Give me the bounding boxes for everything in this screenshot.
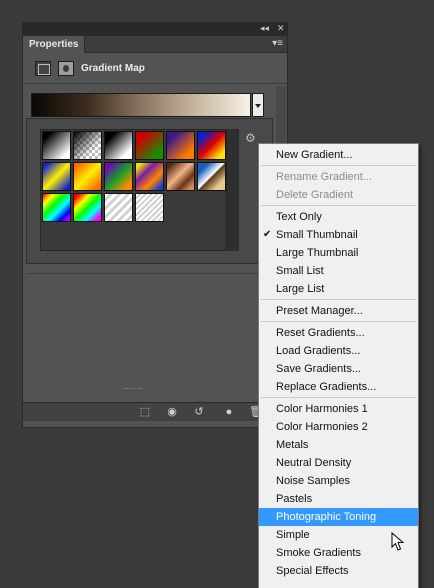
mouse-cursor-icon bbox=[391, 532, 405, 551]
menu-separator bbox=[261, 397, 416, 398]
gradient-preview-bar[interactable] bbox=[31, 93, 251, 117]
panel-menu-icon[interactable]: ▾≡ bbox=[272, 37, 283, 51]
menu-item-small-thumbnail[interactable]: Small Thumbnail ✔ bbox=[259, 226, 418, 244]
adjustment-header: Gradient Map bbox=[23, 54, 287, 84]
menu-item-rename-gradient: Rename Gradient... bbox=[276, 171, 372, 183]
menu-item-color-harmonies-2[interactable]: Color Harmonies 2 bbox=[259, 418, 418, 436]
gradient-swatch-blue-red-yellow[interactable] bbox=[197, 131, 226, 160]
menu-item-text-only[interactable]: Text Only bbox=[259, 208, 418, 226]
gear-icon[interactable]: ⚙ bbox=[245, 131, 256, 145]
menu-item-reset-gradients[interactable]: Reset Gradients... bbox=[259, 324, 418, 342]
collapse-panel-icon[interactable]: ◂◂ bbox=[260, 22, 269, 35]
picker-scrollbar[interactable] bbox=[227, 129, 239, 251]
layer-mask-icon[interactable] bbox=[58, 61, 74, 76]
menu-item-small-list[interactable]: Small List bbox=[259, 262, 418, 280]
menu-item-pastels[interactable]: Pastels bbox=[259, 490, 418, 508]
menu-item-replace-gradients[interactable]: Replace Gradients... bbox=[259, 378, 418, 396]
gradient-picker: ⚙ bbox=[26, 118, 273, 264]
menu-item-save-gradients[interactable]: Save Gradients... bbox=[259, 360, 418, 378]
panel-footer: ⬚ ◉ ↺ ● 🗑 bbox=[23, 402, 287, 421]
menu-item-load-gradients[interactable]: Load Gradients... bbox=[259, 342, 418, 360]
menu-item-large-thumbnail[interactable]: Large Thumbnail bbox=[259, 244, 418, 262]
close-panel-icon[interactable]: ✕ bbox=[277, 22, 285, 35]
menu-item-large-list[interactable]: Large List bbox=[259, 280, 418, 298]
gradient-swatch-violet-green-orange[interactable] bbox=[104, 162, 133, 191]
gradient-swatch-black-white[interactable] bbox=[104, 131, 133, 160]
menu-item-noise-samples[interactable]: Noise Samples bbox=[259, 472, 418, 490]
reset-icon[interactable]: ↺ bbox=[190, 404, 208, 420]
gradient-swatch-neutral-density[interactable] bbox=[135, 193, 164, 222]
resize-grip[interactable] bbox=[124, 388, 142, 390]
gradient-swatch-foreground-to-background[interactable] bbox=[42, 131, 71, 160]
gradient-swatch-copper[interactable] bbox=[166, 162, 195, 191]
menu-item-metals[interactable]: Metals bbox=[259, 436, 418, 454]
gradient-swatch-grid bbox=[40, 129, 227, 251]
gradient-swatch-spectrum[interactable] bbox=[42, 193, 71, 222]
gradient-picker-menu: New Gradient... Rename Gradient... Delete … bbox=[258, 143, 419, 588]
panel-tab-row: Properties ▾≡ bbox=[23, 36, 287, 53]
gradient-swatch-red-green[interactable] bbox=[135, 131, 164, 160]
gradient-swatch-yellow-violet-orange-blue[interactable] bbox=[135, 162, 164, 191]
properties-panel: Properties ▾≡ Gradient Map ⚙ ⬚ ◉ ↺ ● 🗑 bbox=[22, 35, 288, 428]
menu-item-color-harmonies-1[interactable]: Color Harmonies 1 bbox=[259, 400, 418, 418]
menu-separator bbox=[261, 299, 416, 300]
menu-separator bbox=[261, 321, 416, 322]
menu-item-preset-manager[interactable]: Preset Manager... bbox=[259, 302, 418, 320]
gradient-swatch-foreground-to-transparent[interactable] bbox=[73, 131, 102, 160]
view-previous-icon[interactable]: ◉ bbox=[163, 404, 181, 420]
gradient-swatch-orange-yellow-orange[interactable] bbox=[73, 162, 102, 191]
menu-item-new-gradient[interactable]: New Gradient... bbox=[259, 146, 418, 164]
adjustment-title: Gradient Map bbox=[81, 63, 145, 74]
menu-item-special-effects[interactable]: Special Effects bbox=[259, 562, 418, 580]
tab-properties[interactable]: Properties bbox=[23, 36, 86, 53]
gradient-swatch-transparent-stripes[interactable] bbox=[104, 193, 133, 222]
gradient-swatch-chrome[interactable] bbox=[197, 162, 226, 191]
checkmark-icon: ✔ bbox=[263, 229, 272, 240]
divider bbox=[26, 273, 273, 274]
menu-separator bbox=[261, 205, 416, 206]
menu-item-delete-gradient: Delete Gradient bbox=[276, 189, 354, 201]
visibility-eye-icon[interactable]: ● bbox=[220, 404, 238, 420]
clip-to-layer-icon[interactable]: ⬚ bbox=[136, 404, 154, 420]
menu-item-neutral-density[interactable]: Neutral Density bbox=[259, 454, 418, 472]
gradient-dropdown-button[interactable] bbox=[252, 93, 264, 117]
panel-dock-bar: ◂◂ ✕ bbox=[22, 22, 288, 35]
gradient-swatch-blue-yellow-blue[interactable] bbox=[42, 162, 71, 191]
gradient-swatch-violet-orange[interactable] bbox=[166, 131, 195, 160]
adjustment-layer-icon[interactable] bbox=[35, 61, 51, 76]
menu-item-photographic-toning[interactable]: Photographic Toning bbox=[259, 508, 418, 526]
menu-separator bbox=[261, 165, 416, 166]
gradient-swatch-transparent-rainbow[interactable] bbox=[73, 193, 102, 222]
